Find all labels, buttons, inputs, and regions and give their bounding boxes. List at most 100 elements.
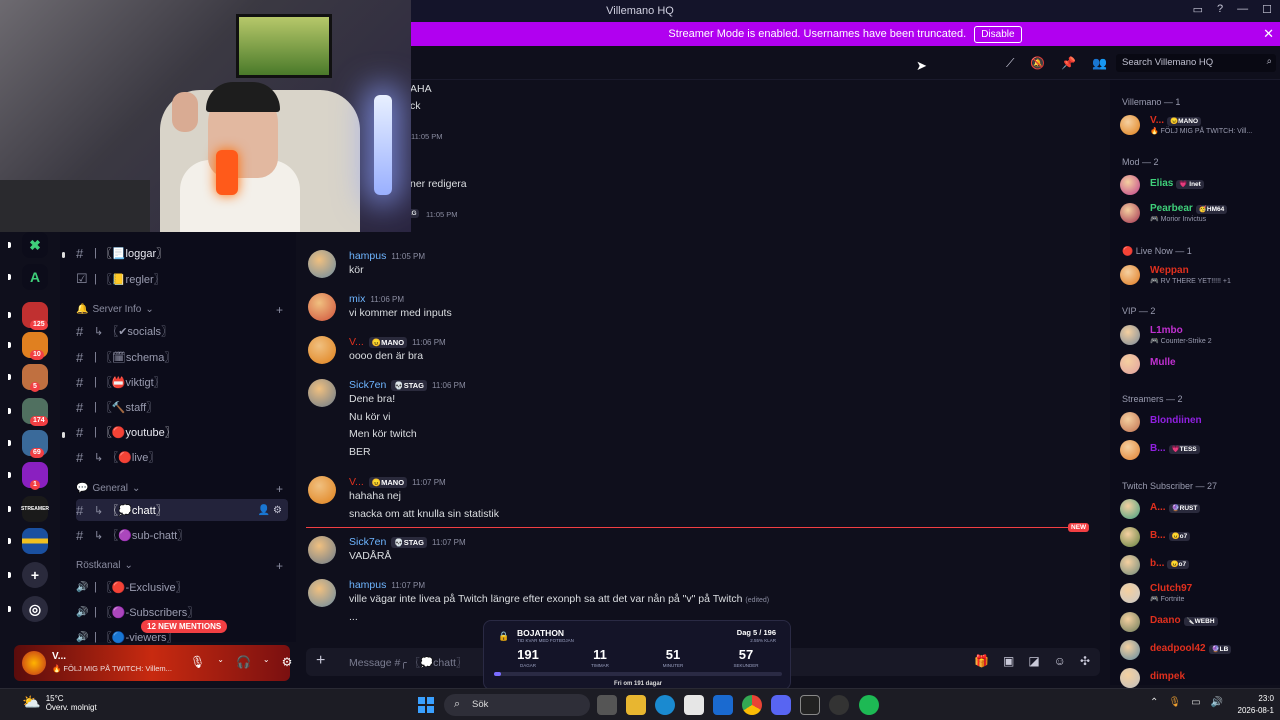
gear-icon[interactable]: ⚙ <box>282 655 293 669</box>
gif-icon[interactable]: ▣ <box>1003 654 1014 668</box>
member-item[interactable]: B... 💗TESS <box>1120 438 1280 462</box>
chevron-down-icon[interactable]: ⌄ <box>217 655 224 669</box>
network-icon[interactable]: ▭ <box>1191 697 1200 708</box>
thread-icon: ↳ <box>94 529 104 542</box>
new-mentions-badge[interactable]: 12 NEW MENTIONS <box>141 620 228 633</box>
close-icon[interactable]: ✕ <box>1263 26 1274 42</box>
emoji-icon[interactable]: ☺ <box>1054 654 1066 668</box>
pin-icon[interactable]: 📌 <box>1061 56 1076 71</box>
add-channel-icon[interactable]: + <box>276 303 283 317</box>
message-author[interactable]: V... <box>349 476 364 488</box>
avatar[interactable] <box>308 536 336 564</box>
member-item[interactable]: A... 🔮RUST <box>1120 497 1280 521</box>
channel-item[interactable]: # | 〖🔨staff〗 <box>76 396 288 418</box>
avatar[interactable] <box>308 379 336 407</box>
gift-icon[interactable]: 🎁 <box>974 654 989 668</box>
member-item[interactable]: L1mbo 🎮 Counter-Strike 2 <box>1120 323 1280 347</box>
avatar[interactable] <box>308 250 336 278</box>
clock[interactable]: 23:0 2026-08-1 <box>1238 693 1274 717</box>
taskbar-search[interactable]: ⌕ Sök <box>444 694 590 716</box>
message-author[interactable]: hampus <box>349 250 386 262</box>
channel-item[interactable]: # | 〖🔴youtube〗 <box>76 421 288 443</box>
weather-widget[interactable]: ⛅ 15°C Överv. molnigt <box>22 694 97 712</box>
channel-item[interactable]: # | 〖📛viktigt〗 <box>76 371 288 393</box>
streamer-server-icon[interactable]: STREAMER <box>20 496 50 522</box>
channel-item[interactable]: # ↳ 〖✔socials〗 <box>76 320 288 342</box>
channel-item[interactable]: # | 〖🗓schema〗 <box>76 346 288 368</box>
message-author[interactable]: hampus <box>349 579 386 591</box>
search-input[interactable]: Search Villemano HQ ⌕ <box>1116 54 1276 72</box>
avatar[interactable] <box>308 476 336 504</box>
streamer-server-label: STREAMER <box>20 506 50 512</box>
member-item[interactable]: Elias 💗 Inet <box>1120 173 1280 197</box>
member-item[interactable]: Daano 🔪WEBH <box>1120 610 1280 634</box>
member-item[interactable]: Weppan 🎮 RV THERE YET!!!!! +1 <box>1120 263 1280 287</box>
app-icon[interactable] <box>829 695 849 715</box>
add-attachment-icon[interactable]: + <box>316 652 325 670</box>
threads-icon[interactable]: ⟋ <box>1006 56 1014 71</box>
channel-item[interactable]: # ↳ 〖🟣sub-chatt〗 <box>76 524 288 546</box>
discord-icon[interactable] <box>771 695 791 715</box>
avatar[interactable] <box>22 651 46 675</box>
channel-category[interactable]: 💬 General ⌄ + <box>76 482 283 496</box>
message-author[interactable]: Sick7en <box>349 379 386 391</box>
inbox-icon[interactable]: ▭ <box>1193 3 1203 16</box>
sticker-icon[interactable]: ◪ <box>1028 654 1039 668</box>
maximize-button[interactable]: ☐ <box>1262 3 1272 16</box>
chevron-down-icon[interactable]: ⌄ <box>145 304 153 315</box>
member-item[interactable]: Blondiinen <box>1120 410 1280 434</box>
channel-item[interactable]: # | 〖📃loggar〗 <box>76 242 288 264</box>
message-input[interactable]: Message #╭ 〖💭chatt〗 <box>349 655 466 670</box>
headphones-icon[interactable]: 🎧 <box>236 655 251 669</box>
x-server-icon[interactable]: ✖ <box>22 232 48 258</box>
spotify-icon[interactable] <box>859 695 879 715</box>
chrome-icon[interactable] <box>742 695 762 715</box>
notifications-muted-icon[interactable]: 🔕 <box>1030 56 1045 71</box>
file-explorer-icon[interactable] <box>626 695 646 715</box>
member-item[interactable]: dimpek <box>1120 666 1280 690</box>
message-author[interactable]: mix <box>349 293 365 305</box>
microphone-icon[interactable]: 🎙 <box>190 655 205 669</box>
chevron-down-icon[interactable]: ⌄ <box>263 655 270 669</box>
member-item[interactable]: Clutch97 🎮 Fortnite <box>1120 581 1280 605</box>
task-view-icon[interactable] <box>597 695 617 715</box>
sweden-server-icon[interactable] <box>22 528 48 554</box>
start-button[interactable] <box>418 697 434 713</box>
help-icon[interactable]: ? <box>1217 3 1223 16</box>
microphone-icon[interactable]: 🎙 <box>1168 697 1181 708</box>
message-author[interactable]: V... <box>349 336 364 348</box>
member-item[interactable]: V... 😠MANO 🔥 FÖLJ MIG PÅ TWITCH: Vill... <box>1120 113 1280 137</box>
volume-icon[interactable]: 🔊 <box>1211 697 1223 708</box>
discover-icon[interactable]: ◎ <box>22 596 48 622</box>
chevron-up-icon[interactable]: ⌃ <box>1150 697 1158 708</box>
member-item[interactable]: deadpool42 🔮LB <box>1120 638 1280 662</box>
chevron-down-icon[interactable]: ⌄ <box>124 560 132 571</box>
avatar[interactable] <box>308 336 336 364</box>
member-list-icon[interactable]: 👥 <box>1092 56 1107 71</box>
member-item[interactable]: b... 😠o7 <box>1120 553 1280 577</box>
channel-item[interactable]: # ↳ 〖🔴live〗 <box>76 446 288 468</box>
avatar[interactable] <box>308 293 336 321</box>
member-item[interactable]: Pearbear 🥳HM64 🎮 Morior Invictus <box>1120 201 1280 225</box>
edge-icon[interactable] <box>655 695 675 715</box>
disable-streamer-mode-button[interactable]: Disable <box>974 25 1022 43</box>
member-item[interactable]: Mulle <box>1120 352 1280 376</box>
chevron-down-icon[interactable]: ⌄ <box>132 483 140 494</box>
mail-icon[interactable] <box>713 695 733 715</box>
member-item[interactable]: B... 😠o7 <box>1120 525 1280 549</box>
store-icon[interactable] <box>684 695 704 715</box>
add-channel-icon[interactable]: + <box>276 559 283 573</box>
avatar[interactable] <box>308 579 336 607</box>
channel-item[interactable]: # ↳ 〖💭chatt〗 👤 ⚙ <box>76 499 288 521</box>
channel-item[interactable]: ☑ | 〖📒regler〗 <box>76 268 288 290</box>
channel-item[interactable]: 🔊 | 〖🔴-Exclusive〗 <box>76 576 288 598</box>
message-author[interactable]: Sick7en <box>349 536 386 548</box>
add-server-icon[interactable]: + <box>22 562 48 588</box>
apps-icon[interactable]: ✣ <box>1080 654 1090 668</box>
channel-category[interactable]: Röstkanal ⌄ + <box>76 559 283 573</box>
app-icon[interactable] <box>800 695 820 715</box>
minimize-button[interactable]: — <box>1237 3 1248 16</box>
add-channel-icon[interactable]: + <box>276 482 283 496</box>
a-server-icon[interactable]: A <box>22 264 48 290</box>
channel-category[interactable]: 🔔 Server Info ⌄ + <box>76 303 283 317</box>
